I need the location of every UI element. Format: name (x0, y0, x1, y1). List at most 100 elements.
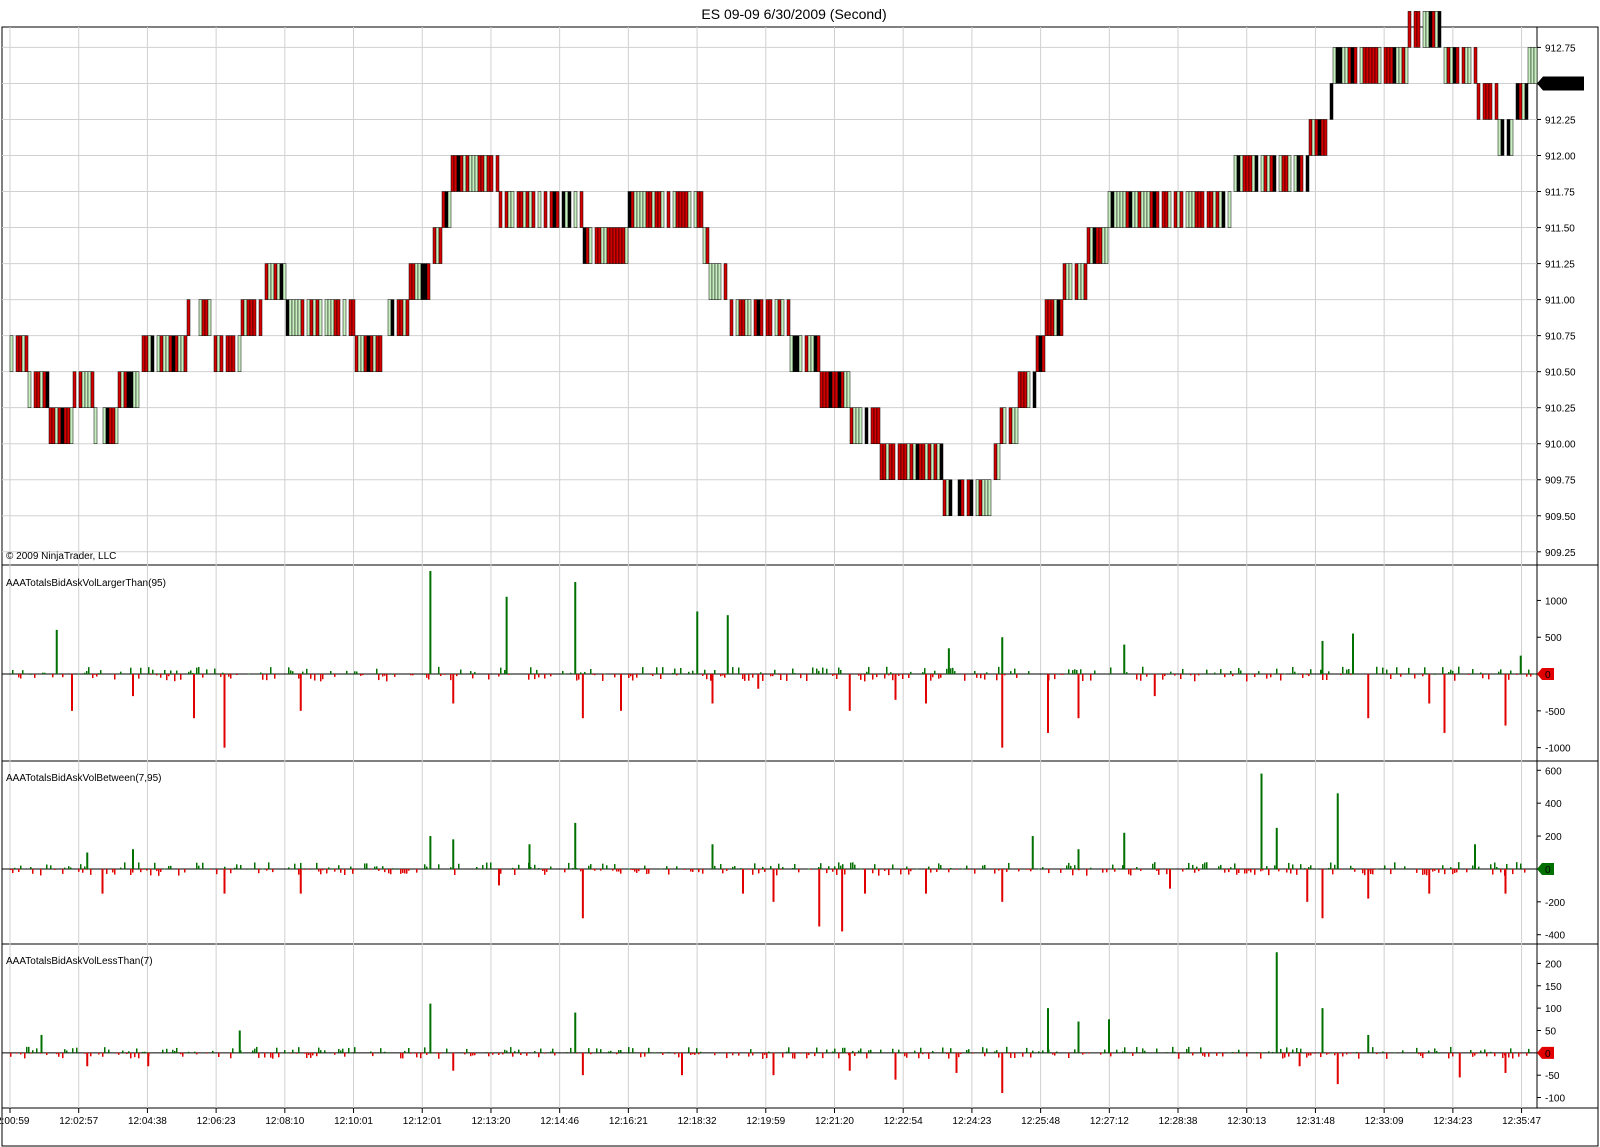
price-bar (702, 227, 707, 264)
histogram-bar (120, 671, 122, 675)
histogram-bar (1334, 1052, 1336, 1056)
price-bar (423, 263, 428, 300)
histogram-bar (18, 674, 20, 678)
histogram-bar (1512, 1052, 1514, 1059)
histogram-bar (602, 674, 604, 681)
histogram-bar (92, 674, 94, 679)
histogram-bar (1508, 1052, 1510, 1058)
y-tick-label: 50 (1545, 1026, 1557, 1037)
price-bar (888, 443, 893, 480)
histogram-bar (908, 868, 910, 875)
histogram-bar (1472, 669, 1474, 675)
price-bar (204, 299, 209, 336)
histogram-bar (1246, 674, 1248, 682)
histogram-bar (1350, 865, 1352, 869)
y-tick-label: 500 (1545, 633, 1562, 644)
histogram-bar (562, 670, 564, 675)
histogram-bar (570, 672, 572, 675)
y-tick-label: 909.50 (1545, 512, 1576, 523)
histogram-bar (1216, 1052, 1218, 1056)
histogram-bar (844, 1047, 846, 1053)
price-bar (45, 371, 50, 408)
histogram-bar (648, 868, 650, 874)
price-bar (480, 155, 485, 192)
price-bar (348, 299, 353, 336)
histogram-bar (982, 865, 984, 869)
histogram-bar (636, 674, 638, 678)
price-bar (108, 407, 113, 444)
y-tick-label: -100 (1545, 1094, 1565, 1105)
histogram-bar (694, 1052, 696, 1055)
histogram-bar (514, 1051, 516, 1053)
histogram-bar (1390, 674, 1392, 680)
histogram-bar (1068, 1052, 1070, 1059)
histogram-bar (1506, 863, 1508, 869)
x-tick-label: 12:30:13 (1227, 1116, 1266, 1127)
price-bar (1311, 119, 1316, 156)
price-bar (1353, 47, 1358, 84)
histogram-bar (588, 1048, 590, 1053)
price-bar (627, 191, 632, 228)
histogram-bar (1088, 1052, 1090, 1054)
price-bar (615, 227, 620, 264)
y-tick-label: -200 (1545, 898, 1565, 909)
histogram-bar (220, 674, 222, 677)
histogram-bar (212, 1050, 214, 1053)
histogram-bar (1052, 1052, 1054, 1055)
histogram-bar (1038, 1051, 1040, 1053)
histogram-bar (642, 667, 644, 675)
histogram-bar (778, 674, 780, 675)
histogram-bar (264, 1052, 266, 1058)
histogram-bar (296, 1052, 298, 1054)
histogram-bar (1290, 673, 1292, 675)
price-bar (414, 263, 419, 300)
histogram-bar (672, 672, 674, 675)
histogram-bar (354, 671, 356, 675)
histogram-bar (608, 1051, 610, 1053)
price-bar (1374, 47, 1379, 84)
histogram-bar (1060, 868, 1062, 873)
histogram-bar (842, 864, 844, 869)
histogram-spike (147, 1052, 150, 1067)
price-bar (1260, 155, 1265, 192)
x-tick-label: 12:00:59 (0, 1116, 30, 1127)
histogram-bar (1006, 868, 1008, 872)
price-bar (630, 191, 635, 228)
histogram-bar (872, 868, 874, 874)
price-bar (1161, 191, 1166, 228)
histogram-bar (696, 1048, 698, 1053)
histogram-bar (1232, 674, 1234, 677)
histogram-spike (848, 674, 851, 711)
price-bar (852, 407, 857, 444)
histogram-bar (1200, 1047, 1202, 1053)
histogram-bar (740, 868, 742, 869)
histogram-bar (384, 868, 386, 873)
histogram-spike (894, 1052, 897, 1080)
price-bar (420, 263, 425, 300)
histogram-bar (702, 674, 704, 676)
x-tick-label: 12:14:46 (540, 1116, 579, 1127)
y-tick-label: 200 (1545, 832, 1562, 843)
histogram-bar (1090, 674, 1092, 681)
histogram-bar (18, 868, 20, 873)
histogram-bar (164, 669, 166, 675)
histogram-bar (338, 865, 340, 869)
price-bar (618, 227, 623, 264)
histogram-bar (444, 674, 446, 675)
histogram-bar (928, 1052, 930, 1059)
histogram-bar (350, 1052, 352, 1054)
price-bar (1179, 191, 1184, 228)
price-bar (834, 371, 839, 408)
histogram-bar (422, 1052, 424, 1054)
price-bar (1254, 155, 1259, 192)
price-bar (600, 227, 605, 264)
histogram-bar (230, 868, 232, 874)
price-bar (831, 371, 836, 408)
price-bar (696, 191, 701, 228)
price-bar (84, 371, 89, 408)
price-bar (183, 335, 188, 372)
histogram-bar (1438, 868, 1440, 873)
histogram-spike (1077, 1021, 1080, 1053)
histogram-bar (1104, 1049, 1106, 1053)
histogram-bar (908, 674, 910, 678)
